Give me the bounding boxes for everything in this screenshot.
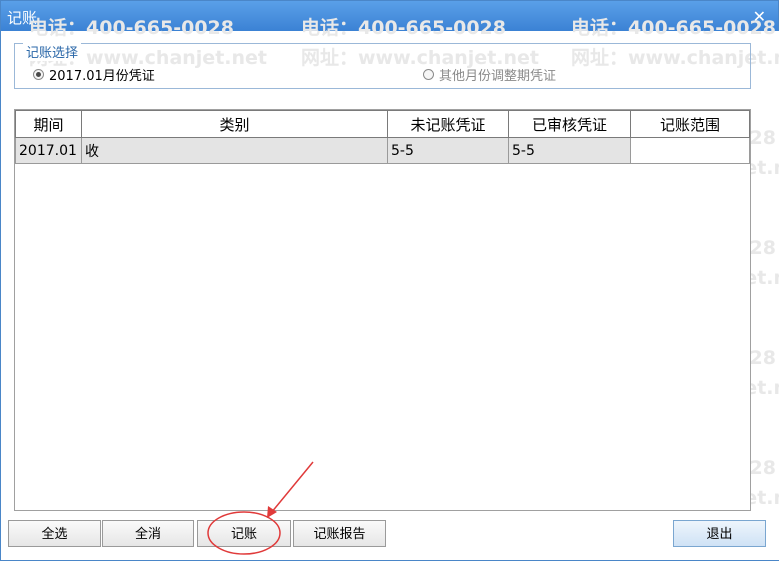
voucher-table: 期间 类别 未记账凭证 已审核凭证 记账范围 2017.01 收 5-5 5-5 bbox=[15, 110, 750, 164]
cell-unposted[interactable]: 5-5 bbox=[387, 137, 509, 164]
select-all-button[interactable]: 全选 bbox=[8, 520, 101, 547]
column-header[interactable]: 记账范围 bbox=[630, 110, 750, 138]
radio-unchecked-icon bbox=[423, 69, 434, 80]
cell-period[interactable]: 2017.01 bbox=[15, 137, 82, 164]
clear-all-button[interactable]: 全消 bbox=[102, 520, 194, 547]
window-title: 记账 bbox=[7, 9, 38, 27]
close-icon[interactable]: ✕ bbox=[753, 7, 766, 26]
title-bar[interactable]: 记账 ✕ bbox=[1, 1, 778, 31]
column-header[interactable]: 类别 bbox=[81, 110, 388, 138]
cell-audited[interactable]: 5-5 bbox=[508, 137, 631, 164]
posting-dialog: 记账 ✕ 电话：400-665-0028 网址：www.chanjet.net 电话… bbox=[0, 0, 779, 561]
posting-selection-legend: 记账选择 bbox=[23, 42, 82, 61]
column-header[interactable]: 期间 bbox=[15, 110, 82, 138]
table-row[interactable]: 2017.01 收 5-5 5-5 bbox=[15, 137, 750, 164]
radio-adjustment-period[interactable]: 其他月份调整期凭证 bbox=[423, 65, 556, 84]
table-header-row: 期间 类别 未记账凭证 已审核凭证 记账范围 bbox=[15, 110, 750, 138]
posting-report-button[interactable]: 记账报告 bbox=[293, 520, 386, 547]
cell-category[interactable]: 收 bbox=[81, 137, 388, 164]
voucher-grid[interactable]: 期间 类别 未记账凭证 已审核凭证 记账范围 2017.01 收 5-5 5-5 bbox=[14, 109, 751, 511]
column-header[interactable]: 未记账凭证 bbox=[387, 110, 509, 138]
radio-adjustment-period-label: 其他月份调整期凭证 bbox=[439, 69, 557, 84]
exit-button[interactable]: 退出 bbox=[673, 520, 766, 547]
radio-current-month[interactable]: 2017.01月份凭证 bbox=[33, 65, 155, 84]
cell-posting-range[interactable] bbox=[630, 137, 750, 164]
column-header[interactable]: 已审核凭证 bbox=[508, 110, 631, 138]
post-button[interactable]: 记账 bbox=[197, 520, 291, 547]
radio-checked-icon bbox=[33, 69, 44, 80]
radio-current-month-label: 2017.01月份凭证 bbox=[49, 69, 155, 84]
